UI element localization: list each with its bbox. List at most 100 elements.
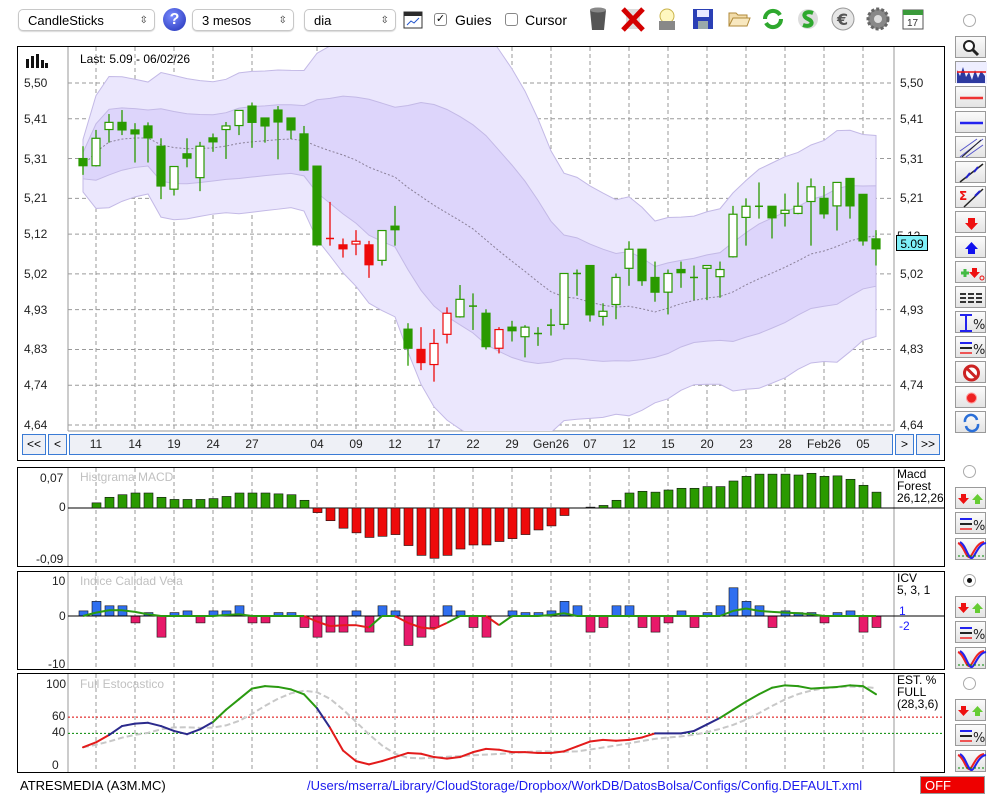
refresh-icon[interactable]: [760, 6, 786, 32]
signals-add-button[interactable]: [955, 261, 986, 283]
guides-checkbox[interactable]: ✓: [434, 13, 447, 26]
lines-grid-icon: [960, 293, 983, 303]
record-button[interactable]: [955, 386, 986, 408]
trendline-button[interactable]: [955, 161, 986, 183]
trendline-icon: [959, 163, 984, 183]
euro-icon[interactable]: €: [830, 6, 856, 32]
icv-axis-bottom: -10: [48, 657, 66, 671]
help-icon[interactable]: ?: [163, 8, 186, 31]
nav-next-button[interactable]: >: [895, 434, 914, 455]
nav-prev-button[interactable]: <: [48, 434, 67, 455]
cursor-checkbox[interactable]: [505, 13, 518, 26]
fibonacci-channel-button[interactable]: [955, 136, 986, 158]
red-line-icon: [960, 96, 983, 100]
delete-all-icon: [963, 364, 980, 382]
period-select[interactable]: 3 mesos ⇳: [192, 9, 294, 31]
save-icon[interactable]: [690, 6, 716, 32]
main-panel-radio[interactable]: [963, 14, 976, 27]
sync-s-icon[interactable]: [795, 6, 821, 32]
price-tick-label: 5,41: [24, 111, 48, 126]
price-tick-label: 5,50: [900, 76, 924, 90]
icv-level-up: 1: [899, 604, 906, 618]
trash-icon[interactable]: [585, 6, 611, 32]
bar-chart-icon: [26, 54, 48, 71]
lightbulb-icon[interactable]: [654, 6, 680, 32]
price-tick-label: 5,41: [900, 111, 924, 126]
stoch-tick-label: 0: [52, 758, 59, 772]
icv-title: Indice Calidad Vela: [80, 574, 183, 588]
price-tick-label: 4,93: [24, 302, 48, 317]
lines-percent-button[interactable]: %: [955, 512, 986, 534]
icv-label-line: 5, 3, 1: [897, 583, 931, 597]
reload-icon: [963, 413, 980, 433]
signals-button[interactable]: [955, 699, 986, 721]
lines-percent-icon: %: [960, 730, 985, 746]
current-price-badge: 5.09: [896, 235, 928, 251]
stoch-tick-label: 40: [52, 725, 66, 740]
price-tick-label: 4,64: [900, 418, 924, 432]
guides-label: Guies: [455, 12, 492, 28]
sell-buy-arrows-icon: [958, 706, 983, 716]
lines-percent-button[interactable]: %: [955, 336, 986, 358]
sell-buy-arrows-icon: [958, 494, 983, 504]
zoom-button[interactable]: [955, 36, 986, 58]
last-price-label: Last: 5.09 - 06/02/26: [80, 52, 191, 66]
height-percent-button[interactable]: %: [955, 311, 986, 333]
svg-text:17: 17: [907, 18, 919, 29]
macd-title: Histgrama MACD: [80, 470, 174, 484]
interval-value: dia: [314, 13, 332, 28]
indicator-panel-radio[interactable]: [963, 677, 976, 690]
chevron-updown-icon: ⇳: [380, 15, 389, 26]
signals-button[interactable]: [955, 487, 986, 509]
stoch-curve-button[interactable]: [955, 647, 987, 669]
period-value: 3 mesos: [202, 13, 252, 28]
histogram-view-button[interactable]: [955, 61, 987, 84]
calendar-icon[interactable]: 17: [900, 6, 926, 32]
interval-select[interactable]: dia ⇳: [304, 9, 396, 31]
chart-type-select[interactable]: CandleSticks ⇳: [18, 9, 155, 31]
price-tick-label: 5,31: [24, 151, 48, 166]
signals-button[interactable]: [955, 596, 986, 618]
svg-text:%: %: [973, 343, 985, 358]
stoch-curve-icon: [957, 753, 987, 771]
price-tick-label: 4,93: [900, 302, 924, 317]
stoch-curve-button[interactable]: [955, 750, 987, 772]
open-folder-icon[interactable]: [726, 6, 752, 32]
price-tick-label: 5,02: [900, 266, 924, 281]
cursor-label: Cursor: [525, 12, 568, 28]
sell-arrow-button[interactable]: [955, 211, 986, 233]
stoch-label-line: (28,3,6): [897, 697, 939, 711]
delete-all-button[interactable]: [955, 361, 986, 383]
indicator-panel-radio[interactable]: [963, 465, 976, 478]
status-off-button[interactable]: OFF: [920, 776, 985, 794]
sell-buy-arrows-icon: [958, 603, 983, 613]
nav-first-button[interactable]: <<: [22, 434, 46, 455]
reload-button[interactable]: [955, 411, 986, 433]
svg-text:%: %: [973, 519, 985, 534]
stoch-params: EST. % FULL (28,3,6): [897, 674, 938, 710]
price-tick-label: 5,31: [900, 151, 924, 166]
macd-axis-bottom: -0,09: [36, 552, 64, 566]
macd-params: Macd Forest 26,12,26: [897, 468, 944, 504]
price-chart-panel[interactable]: [17, 46, 945, 461]
delete-x-icon[interactable]: [620, 6, 646, 32]
lines-percent-button[interactable]: %: [955, 724, 986, 746]
indicator-panel-radio[interactable]: [963, 574, 976, 587]
buy-arrow-button[interactable]: [955, 236, 986, 258]
lines-percent-icon: %: [960, 518, 985, 534]
sigma-trendline-button[interactable]: Σ: [955, 186, 986, 208]
chart-window-icon[interactable]: [403, 10, 423, 30]
sell-arrow-icon: [965, 218, 978, 230]
histogram-view-icon: [956, 62, 987, 84]
blue-line-button[interactable]: [955, 111, 986, 133]
stoch-tick-label: 100: [46, 676, 67, 691]
gear-icon[interactable]: [865, 6, 891, 32]
date-tick-label: 27: [245, 437, 259, 451]
stoch-curve-button[interactable]: [955, 538, 987, 560]
lines-grid-button[interactable]: [955, 286, 986, 308]
nav-last-button[interactable]: >>: [916, 434, 940, 455]
price-tick-label: 5,02: [24, 266, 48, 281]
red-line-button[interactable]: [955, 86, 986, 108]
lines-percent-button[interactable]: %: [955, 621, 986, 643]
config-path-link[interactable]: /Users/mserra/Library/CloudStorage/Dropb…: [307, 778, 862, 793]
